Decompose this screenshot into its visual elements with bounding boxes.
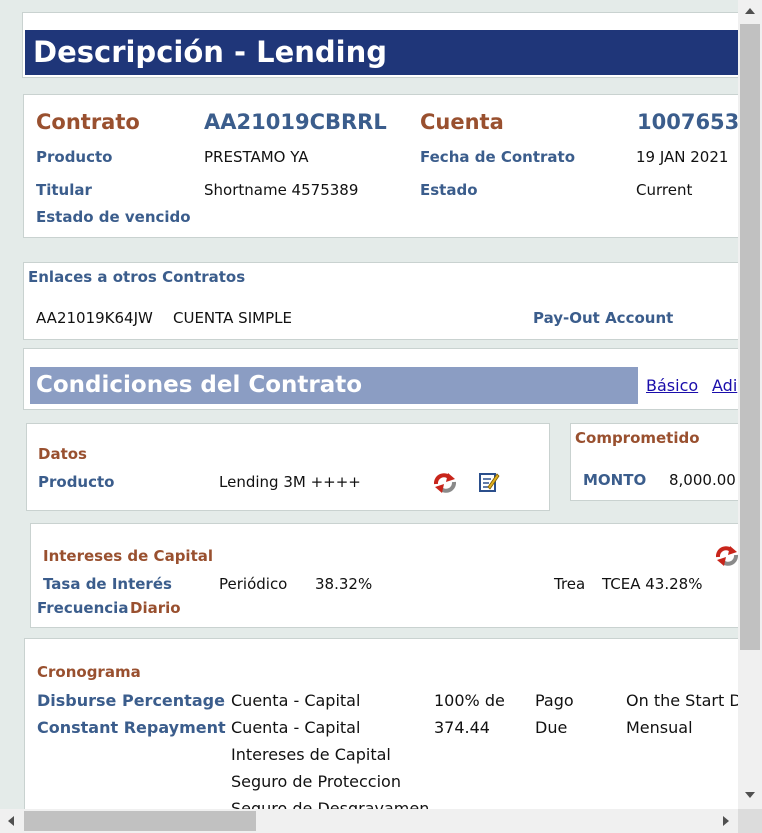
edit-icon[interactable] xyxy=(478,471,500,493)
constant-repayment-label: Constant Repayment xyxy=(37,718,226,737)
refresh-icon[interactable] xyxy=(432,472,458,494)
disburse-col1: Cuenta - Capital xyxy=(231,691,361,710)
refresh-icon[interactable] xyxy=(714,545,738,567)
scrollbar-corner xyxy=(738,809,762,833)
trea-label: Trea xyxy=(554,575,586,593)
disburse-col4: On the Start D xyxy=(626,691,738,710)
monto-label: MONTO xyxy=(583,471,647,489)
intereses-title: Intereses de Capital xyxy=(43,547,214,565)
contrato-value: AA21019CBRRL xyxy=(204,110,387,134)
scroll-right-arrow-icon[interactable] xyxy=(723,816,729,826)
linked-contract-type: CUENTA SIMPLE xyxy=(173,309,292,327)
periodico-value: 38.32% xyxy=(315,575,373,593)
titular-value: Shortname 4575389 xyxy=(204,181,359,199)
scroll-left-arrow-icon[interactable] xyxy=(8,816,14,826)
disburse-percentage-label: Disburse Percentage xyxy=(37,691,225,710)
datos-producto-label: Producto xyxy=(38,473,115,491)
fecha-contrato-value: 19 JAN 2021 xyxy=(636,148,729,166)
scroll-up-arrow-icon[interactable] xyxy=(745,8,755,14)
repayment-col2: 374.44 xyxy=(434,718,490,737)
horizontal-scrollbar-thumb[interactable] xyxy=(24,811,256,831)
estado-vencido-label: Estado de vencido xyxy=(36,208,191,226)
repayment-col3: Due xyxy=(535,718,568,737)
disburse-col3: Pago xyxy=(535,691,574,710)
frecuencia-value: Diario xyxy=(130,599,181,617)
cronograma-extra-item: Intereses de Capital xyxy=(231,745,391,764)
cronograma-extra-item: Seguro de Proteccion xyxy=(231,772,401,791)
linked-contracts-title: Enlaces a otros Contratos xyxy=(28,268,246,286)
conditions-title: Condiciones del Contrato xyxy=(30,367,638,404)
scroll-down-arrow-icon[interactable] xyxy=(745,792,755,798)
payout-account-label: Pay-Out Account xyxy=(533,309,674,327)
tab-adicional[interactable]: Adi xyxy=(712,376,737,395)
tab-basico[interactable]: Básico xyxy=(646,376,698,395)
frecuencia-label: Frecuencia xyxy=(37,599,129,617)
comprometido-title: Comprometido xyxy=(575,429,700,447)
page-viewport: Descripción - Lending Contrato AA21019CB… xyxy=(0,0,738,809)
periodico-label: Periódico xyxy=(219,575,288,593)
vertical-scrollbar-thumb[interactable] xyxy=(740,24,760,650)
datos-title: Datos xyxy=(38,445,87,463)
linked-contract-id[interactable]: AA21019K64JW xyxy=(36,309,153,327)
datos-panel xyxy=(26,423,550,511)
page-title: Descripción - Lending xyxy=(25,30,738,75)
repayment-col1: Cuenta - Capital xyxy=(231,718,361,737)
titular-label: Titular xyxy=(36,181,92,199)
producto-value: PRESTAMO YA xyxy=(204,148,309,166)
disburse-col2: 100% de xyxy=(434,691,505,710)
estado-label: Estado xyxy=(420,181,478,199)
fecha-contrato-label: Fecha de Contrato xyxy=(420,148,576,166)
producto-label: Producto xyxy=(36,148,113,166)
repayment-col4: Mensual xyxy=(626,718,693,737)
cronograma-title: Cronograma xyxy=(37,663,141,681)
cuenta-label: Cuenta xyxy=(420,110,504,134)
datos-producto-value: Lending 3M ++++ xyxy=(219,473,361,491)
tasa-interes-label: Tasa de Interés xyxy=(43,575,172,593)
estado-value: Current xyxy=(636,181,693,199)
cuenta-value: 10076535 xyxy=(637,110,738,134)
tcea-value: TCEA 43.28% xyxy=(602,575,703,593)
contrato-label: Contrato xyxy=(36,110,140,134)
cronograma-extra-item: Seguro de Desgravamen xyxy=(231,799,430,809)
monto-value: 8,000.00 xyxy=(669,471,736,489)
